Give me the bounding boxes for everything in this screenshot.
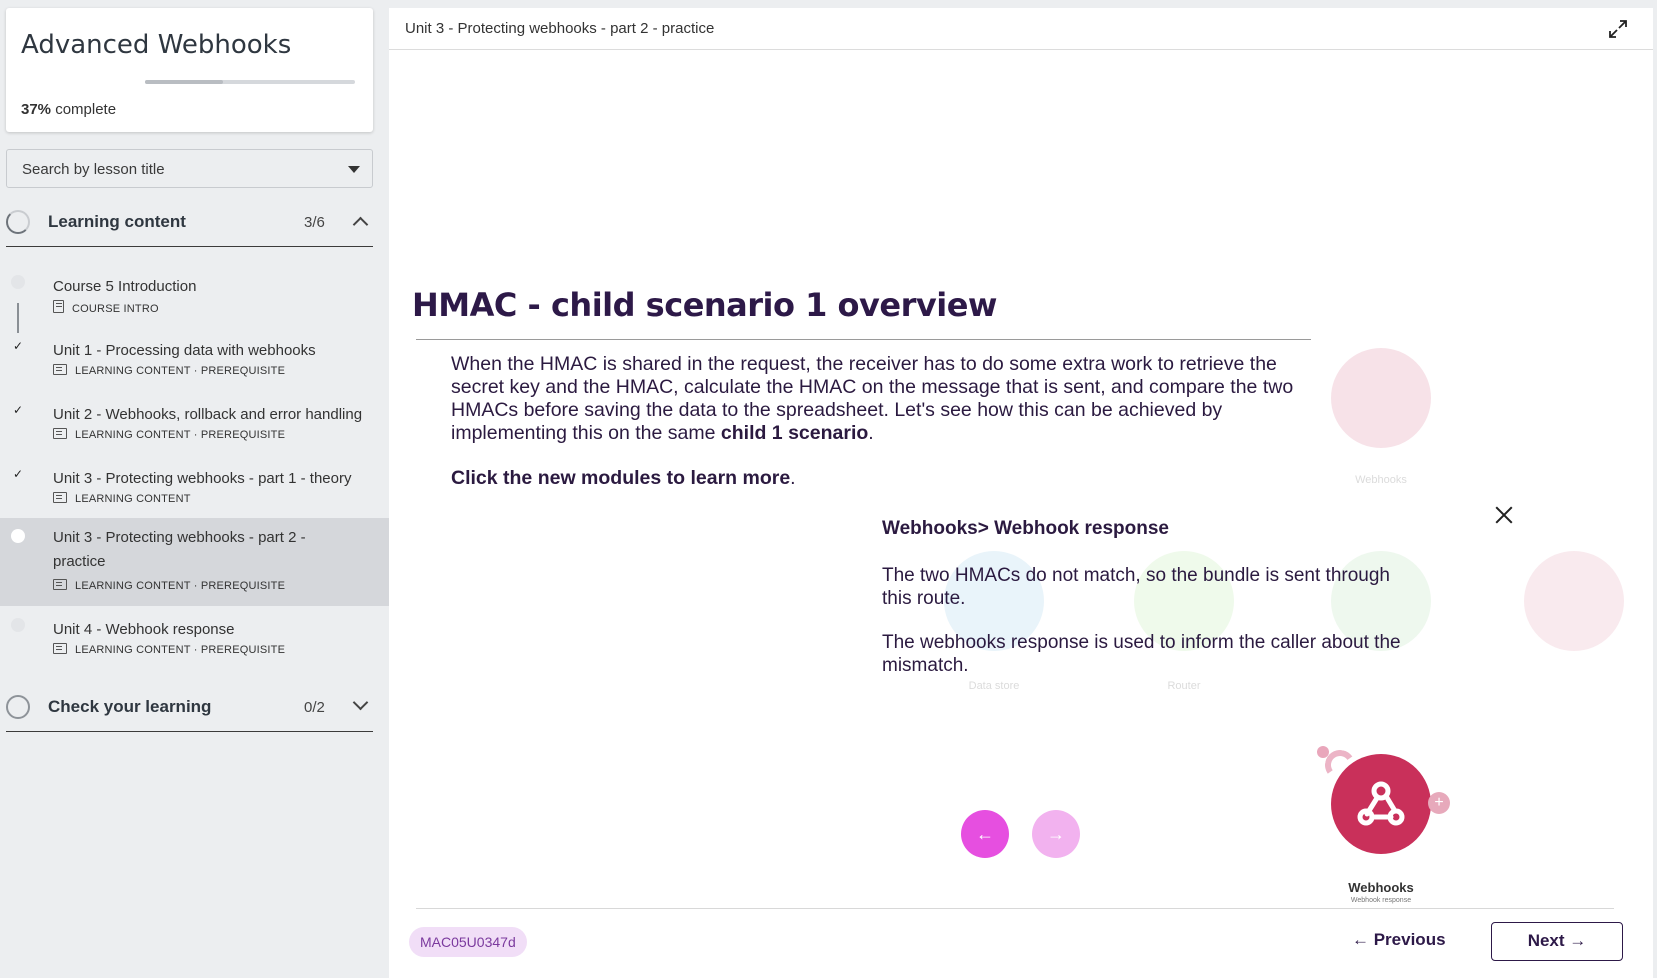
lesson-item-current[interactable]: Unit 3 - Protecting webhooks - part 2 - … (0, 518, 389, 606)
check-icon: ✓ (12, 467, 24, 481)
lesson-item[interactable]: Unit 4 - Webhook response LEARNING CONTE… (0, 608, 389, 670)
lesson-title: Unit 1 - Processing data with webhooks (53, 342, 316, 359)
lesson-title: Unit 3 - Protecting webhooks - part 1 - … (53, 470, 352, 487)
cta-text-bold: Click the new modules to learn more (451, 467, 791, 489)
close-icon[interactable] (1493, 504, 1515, 526)
course-progress-fill (145, 80, 223, 84)
course-title: Advanced Webhooks (21, 30, 292, 60)
slides-icon (53, 364, 67, 375)
ghost-webhooks-module (1524, 551, 1624, 651)
slide-next-button[interactable]: → (1032, 810, 1080, 858)
section-progress-ring-icon (6, 695, 30, 719)
course-progress-bar (145, 80, 355, 84)
lesson-meta-text: LEARNING CONTENT · PREREQUISITE (75, 644, 286, 656)
webhooks-icon (1357, 781, 1405, 826)
section-check-your-learning[interactable]: Check your learning 0/2 (6, 682, 373, 732)
ghost-label: Webhooks (1355, 474, 1407, 486)
expand-fullscreen-icon[interactable] (1609, 20, 1627, 38)
webhooks-module-button[interactable] (1331, 754, 1431, 854)
slide-body-text: When the HMAC is shared in the request, … (451, 353, 1306, 445)
module-connector-dot (1317, 746, 1329, 758)
slides-icon (53, 579, 67, 590)
lesson-meta: LEARNING CONTENT · PREREQUISITE (53, 579, 285, 592)
section-title: Check your learning (48, 697, 212, 716)
module-subtitle: Webhook response (1350, 897, 1412, 904)
module-name: Webhooks (1348, 880, 1414, 895)
lesson-status-icon (11, 618, 25, 632)
title-divider (416, 339, 1311, 340)
slides-icon (53, 643, 67, 654)
section-learning-content[interactable]: Learning content 3/6 (6, 197, 373, 247)
lesson-status-icon (11, 529, 25, 543)
slides-icon (53, 428, 67, 439)
chevron-down-icon[interactable] (352, 694, 369, 711)
course-card: Advanced Webhooks 37% complete (6, 8, 373, 132)
ghost-webhooks-module (1331, 348, 1431, 448)
module-info-title: Webhooks> Webhook response (882, 518, 1169, 539)
lesson-title: Course 5 Introduction (53, 278, 197, 295)
section-title: Learning content (48, 212, 186, 231)
footer-divider (416, 908, 1614, 909)
lesson-content-panel: Unit 3 - Protecting webhooks - part 2 - … (389, 8, 1653, 978)
search-placeholder: Search by lesson title (22, 161, 165, 178)
check-icon: ✓ (12, 339, 24, 353)
course-sidebar: Advanced Webhooks 37% complete Search by… (0, 0, 389, 978)
lesson-meta: LEARNING CONTENT (53, 492, 191, 505)
lesson-meta-text: LEARNING CONTENT · PREREQUISITE (75, 429, 286, 441)
add-module-plus-icon[interactable]: + (1428, 792, 1450, 814)
lesson-meta-text: LEARNING CONTENT · PREREQUISITE (75, 580, 286, 592)
slide-cta: Click the new modules to learn more. (451, 467, 796, 490)
lesson-meta: LEARNING CONTENT · PREREQUISITE (53, 643, 285, 656)
slide-title: HMAC - child scenario 1 overview (412, 286, 997, 324)
slides-icon (53, 492, 67, 503)
progress-suffix: complete (51, 101, 117, 118)
lesson-meta: LEARNING CONTENT · PREREQUISITE (53, 428, 285, 441)
lesson-item[interactable]: ✓ Unit 2 - Webhooks, rollback and error … (0, 393, 389, 455)
progress-percent: 37% (21, 101, 52, 118)
cta-text-end: . (790, 467, 796, 489)
caret-down-icon (348, 166, 360, 173)
lesson-search-dropdown[interactable]: Search by lesson title (6, 149, 373, 188)
lesson-meta-text: COURSE INTRO (72, 303, 159, 315)
lesson-topbar: Unit 3 - Protecting webhooks - part 2 - … (389, 8, 1653, 50)
previous-lesson-button[interactable]: ← Previous (1352, 930, 1446, 950)
lesson-code-badge: MAC05U0347d (409, 927, 527, 957)
document-icon (53, 300, 64, 313)
breadcrumb: Unit 3 - Protecting webhooks - part 2 - … (405, 20, 715, 37)
check-icon: ✓ (12, 403, 24, 417)
lesson-item[interactable]: Course 5 Introduction COURSE INTRO (0, 265, 389, 327)
lesson-item[interactable]: ✓ Unit 1 - Processing data with webhooks… (0, 329, 389, 391)
course-progress-text: 37% complete (21, 101, 116, 118)
lesson-meta: COURSE INTRO (53, 300, 159, 315)
ghost-label: Router (1167, 680, 1201, 692)
lesson-meta: LEARNING CONTENT · PREREQUISITE (53, 364, 285, 377)
ghost-label: Data store (968, 680, 1020, 692)
lesson-item[interactable]: ✓ Unit 3 - Protecting webhooks - part 1 … (0, 457, 389, 519)
section-count: 3/6 (304, 214, 325, 231)
module-info-text: The two HMACs do not match, so the bundl… (882, 565, 1390, 609)
lesson-title: Unit 4 - Webhook response (53, 621, 235, 638)
body-text-bold: child 1 scenario (720, 422, 869, 444)
section-count: 0/2 (304, 699, 325, 716)
next-lesson-button[interactable]: Next → (1491, 922, 1623, 961)
section-progress-ring-icon (6, 210, 30, 234)
slide-prev-button[interactable]: ← (961, 810, 1009, 858)
lesson-status-icon (11, 275, 25, 289)
body-text-part: . (868, 422, 874, 444)
lesson-title: Unit 2 - Webhooks, rollback and error ha… (53, 406, 363, 423)
lesson-meta-text: LEARNING CONTENT (75, 493, 191, 505)
module-info-text: The webhooks response is used to inform … (882, 632, 1401, 676)
lesson-title: Unit 3 - Protecting webhooks - part 2 - … (53, 529, 306, 570)
chevron-up-icon[interactable] (352, 216, 369, 233)
lesson-meta-text: LEARNING CONTENT · PREREQUISITE (75, 365, 286, 377)
